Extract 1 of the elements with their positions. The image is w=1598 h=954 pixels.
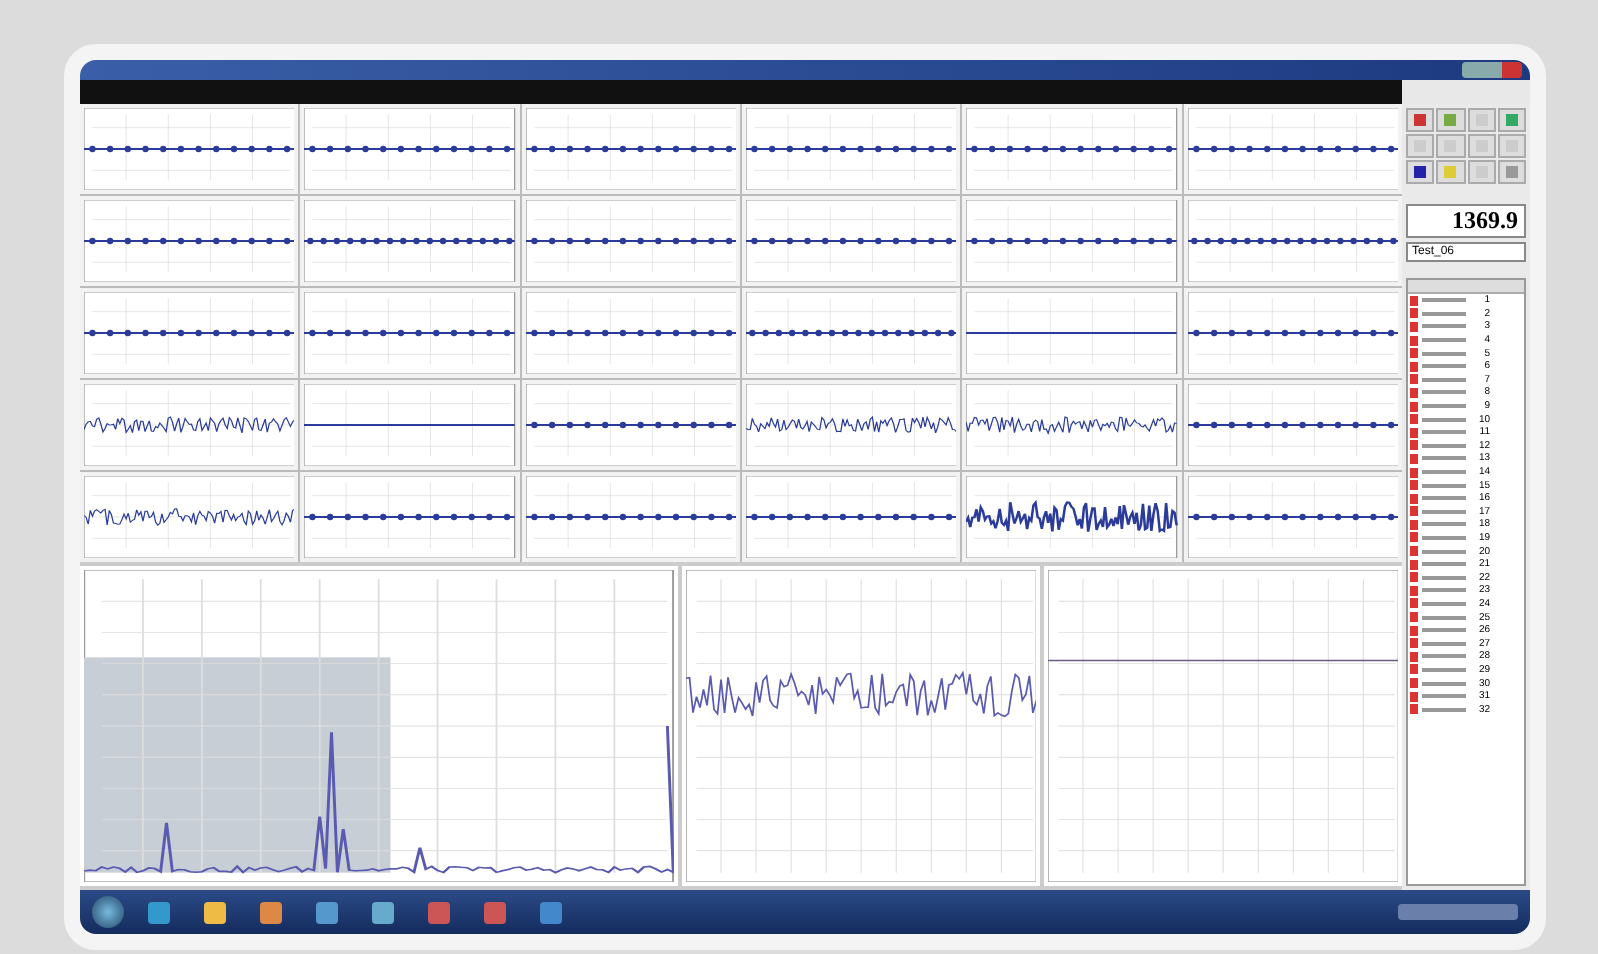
value-readout: 1369.9: [1406, 204, 1526, 238]
